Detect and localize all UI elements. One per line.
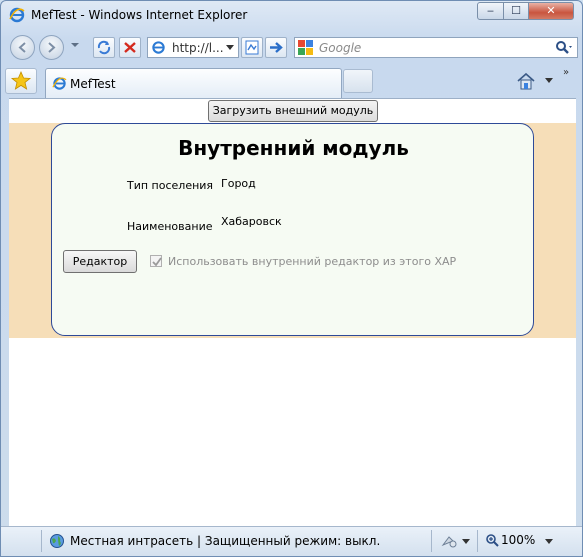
google-logo-icon	[298, 40, 313, 55]
history-dropdown-icon[interactable]	[71, 43, 79, 47]
status-separator	[477, 530, 478, 552]
load-external-module-button[interactable]: Загрузить внешний модуль	[208, 100, 378, 122]
zoom-level[interactable]: 100%	[501, 533, 535, 547]
status-bar: Местная интрасеть | Защищенный режим: вы…	[1, 526, 582, 556]
settlement-type-label: Тип поселения	[127, 179, 214, 192]
back-button[interactable]	[10, 35, 35, 60]
compatibility-view-button[interactable]	[241, 37, 263, 58]
favorites-button[interactable]	[5, 68, 37, 94]
search-input[interactable]: Google	[319, 41, 361, 55]
go-button[interactable]	[265, 37, 287, 58]
title-bar: MefTest - Windows Internet Explorer ‒ ☐ …	[1, 1, 582, 29]
module-title: Внутренний модуль	[178, 136, 409, 160]
address-bar[interactable]: http://l...	[147, 37, 239, 58]
use-internal-editor-checkbox[interactable]	[150, 255, 162, 267]
page-icon	[151, 40, 166, 55]
address-text: http://l...	[172, 41, 224, 55]
go-arrow-icon	[270, 42, 283, 53]
stop-icon	[124, 42, 136, 53]
compatibility-icon	[245, 40, 259, 55]
stop-button[interactable]	[119, 37, 141, 58]
tab-label: MefTest	[70, 77, 116, 91]
navigation-bar: http://l... Google	[1, 31, 582, 65]
checkmark-icon	[152, 257, 162, 267]
maximize-button[interactable]: ☐	[503, 2, 529, 20]
search-box[interactable]: Google	[294, 37, 578, 58]
status-separator	[431, 530, 432, 552]
tools-dropdown-icon[interactable]	[462, 539, 470, 544]
home-button[interactable]	[515, 71, 537, 91]
use-internal-editor-label: Использовать внутренний редактор из этог…	[168, 255, 457, 268]
security-zone-text: Местная интрасеть | Защищенный режим: вы…	[70, 534, 381, 548]
settlement-type-value: Город	[221, 177, 256, 190]
name-value: Хабаровск	[221, 215, 282, 228]
refresh-button[interactable]	[93, 37, 115, 58]
zoom-dropdown-icon[interactable]	[545, 539, 553, 544]
home-dropdown-icon[interactable]	[545, 78, 553, 83]
editor-button[interactable]: Редактор	[63, 250, 137, 273]
internal-module-panel: Внутренний модуль Тип поселения Город На…	[51, 123, 534, 336]
name-label: Наименование	[127, 220, 213, 233]
module-host-area: Внутренний модуль Тип поселения Город На…	[9, 123, 576, 338]
favorites-star-icon	[10, 70, 32, 90]
window-title: MefTest - Windows Internet Explorer	[31, 8, 248, 22]
page-viewport: Загрузить внешний модуль Внутренний моду…	[9, 98, 576, 527]
back-arrow-icon	[18, 42, 26, 53]
tab-bar: MefTest »	[1, 65, 582, 98]
tab-page-icon	[52, 76, 67, 91]
status-separator	[41, 530, 42, 552]
protected-mode-tools-icon[interactable]	[439, 533, 459, 552]
ie-window: MefTest - Windows Internet Explorer ‒ ☐ …	[0, 0, 583, 557]
forward-button[interactable]	[39, 35, 64, 60]
ie-logo-icon	[9, 7, 25, 23]
new-tab-button[interactable]	[343, 69, 373, 93]
minimize-button[interactable]: ‒	[477, 2, 504, 20]
forward-arrow-icon	[48, 42, 56, 53]
zoom-icon[interactable]	[485, 533, 499, 550]
search-icon[interactable]	[555, 40, 573, 59]
close-button[interactable]: ✕	[528, 2, 574, 20]
tab-meftest[interactable]: MefTest	[45, 68, 342, 98]
home-icon	[517, 72, 535, 90]
intranet-zone-icon	[49, 533, 65, 549]
more-tools-chevron-icon[interactable]: »	[563, 67, 569, 78]
address-dropdown-icon[interactable]	[226, 45, 234, 50]
refresh-icon	[97, 40, 111, 55]
